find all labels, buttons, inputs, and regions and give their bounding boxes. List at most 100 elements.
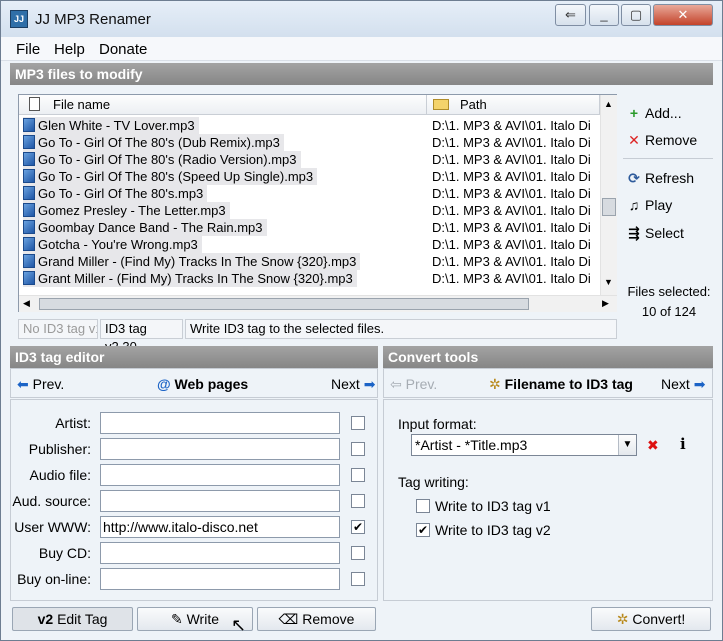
artist-input[interactable] <box>100 412 340 434</box>
field-label-audio-source: Aud. source: <box>12 493 91 509</box>
next-page-button[interactable]: Next ➡ <box>331 376 375 393</box>
write-v2-checkbox[interactable]: ✔ <box>416 523 430 537</box>
at-icon: @ <box>157 376 171 392</box>
window-title: JJ MP3 Renamer <box>35 11 151 28</box>
publisher-input[interactable] <box>100 438 340 460</box>
audio-file-input[interactable] <box>100 464 340 486</box>
table-row[interactable]: Go To - Girl Of The 80's (Radio Version)… <box>19 151 601 168</box>
arrow-right-icon: ➡ <box>693 376 706 392</box>
mp3-file-icon <box>23 152 35 166</box>
menu-donate[interactable]: Donate <box>99 41 147 58</box>
table-row[interactable]: Gomez Presley - The Letter.mp3 D:\1. MP3 … <box>19 202 601 219</box>
table-row[interactable]: Gotcha - You're Wrong.mp3 D:\1. MP3 & AVI… <box>19 236 601 253</box>
mp3-file-icon <box>23 135 35 149</box>
mp3-file-icon <box>23 118 35 132</box>
audio-source-checkbox[interactable] <box>351 494 365 508</box>
field-label-artist: Artist: <box>55 415 91 431</box>
horizontal-scroll-thumb[interactable] <box>39 298 529 310</box>
file-name: Glen White - TV Lover.mp3 <box>38 118 195 133</box>
remove-tag-button[interactable]: ⌫ Remove <box>257 607 376 631</box>
convert-tools-header: Convert tools <box>383 346 713 368</box>
buy-online-checkbox[interactable] <box>351 572 365 586</box>
edit-tag-button[interactable]: v2 Edit Tag <box>12 607 133 631</box>
pin-icon[interactable]: ⇐ <box>555 4 586 26</box>
remove-icon: ✕ <box>628 132 640 148</box>
column-header-name[interactable]: File name <box>19 95 427 115</box>
file-name: Go To - Girl Of The 80's.mp3 <box>38 186 204 201</box>
add-button[interactable]: + Add... <box>626 103 682 123</box>
table-row[interactable]: Grand Miller - (Find My) Tracks In The S… <box>19 253 601 270</box>
input-format-select[interactable]: *Artist - *Title.mp3 ▼ <box>411 434 637 456</box>
files-section-header: MP3 files to modify <box>10 63 713 85</box>
menu-file[interactable]: File <box>16 41 40 58</box>
table-row[interactable]: Go To - Girl Of The 80's (Dub Remix).mp3… <box>19 134 601 151</box>
user-www-checkbox[interactable]: ✔ <box>351 520 365 534</box>
write-v1-checkbox[interactable] <box>416 499 430 513</box>
field-label-buy-cd: Buy CD: <box>38 545 91 561</box>
id3-editor-header: ID3 tag editor <box>10 346 378 368</box>
remove-file-button[interactable]: ✕ Remove <box>626 130 697 150</box>
convert-next-button[interactable]: Next ➡ <box>661 376 705 393</box>
chevron-down-icon[interactable]: ▼ <box>618 435 636 455</box>
buy-online-input[interactable] <box>100 568 340 590</box>
select-button[interactable]: ⇶ Select <box>626 223 684 243</box>
prev-page-button[interactable]: ⬅ Prev. <box>17 376 64 393</box>
id3-editor-nav: ⬅ Prev. @ Web pages Next ➡ <box>10 368 378 398</box>
convert-prev-button[interactable]: ⇦ Prev. <box>390 376 437 393</box>
input-format-label: Input format: <box>398 416 477 432</box>
select-icon: ⇶ <box>628 225 640 241</box>
field-label-publisher: Publisher: <box>28 441 91 457</box>
maximize-button[interactable]: ▢ <box>621 4 651 26</box>
minimize-button[interactable]: _ <box>589 4 619 26</box>
file-name: Gomez Presley - The Letter.mp3 <box>38 203 226 218</box>
close-button[interactable]: ✕ <box>653 4 713 26</box>
file-name: Go To - Girl Of The 80's (Radio Version)… <box>38 152 297 167</box>
v2-badge-icon: v2 <box>37 611 54 627</box>
files-selected-label: Files selected: <box>627 284 711 299</box>
info-icon[interactable]: i <box>680 435 686 453</box>
convert-page-title: ✲ Filename to ID3 tag <box>489 376 633 392</box>
table-row[interactable]: Goombay Dance Band - The Rain.mp3 D:\1. M… <box>19 219 601 236</box>
mp3-file-icon <box>23 169 35 183</box>
file-list[interactable]: File name Path Glen White - TV Lover.mp3… <box>18 94 617 312</box>
file-name: Go To - Girl Of The 80's (Speed Up Singl… <box>38 169 314 184</box>
field-label-buy-online: Buy on-line: <box>17 571 91 587</box>
scroll-right-icon[interactable]: ▶ <box>602 298 609 309</box>
clear-format-icon[interactable]: ✖ <box>647 437 659 454</box>
vertical-scrollbar[interactable]: ▲ ▼ <box>600 95 617 295</box>
convert-button[interactable]: ✲ Convert! <box>591 607 711 631</box>
scroll-left-icon[interactable]: ◀ <box>23 298 30 309</box>
horizontal-scrollbar[interactable]: ◀ ▶ <box>19 295 617 312</box>
refresh-button[interactable]: ⟳ Refresh <box>626 168 694 188</box>
table-row[interactable]: Glen White - TV Lover.mp3 D:\1. MP3 & AVI… <box>19 117 601 134</box>
divider <box>623 158 713 159</box>
status-no-tag: No ID3 tag v1 <box>18 319 98 339</box>
file-path: D:\1. MP3 & AVI\01. Italo Di <box>432 135 591 150</box>
field-label-audio-file: Audio file: <box>29 467 91 483</box>
file-path: D:\1. MP3 & AVI\01. Italo Di <box>432 271 591 286</box>
file-name: Go To - Girl Of The 80's (Dub Remix).mp3 <box>38 135 280 150</box>
table-row[interactable]: Grant Miller - (Find My) Tracks In The S… <box>19 270 601 287</box>
table-row[interactable]: Go To - Girl Of The 80's.mp3 D:\1. MP3 & … <box>19 185 601 202</box>
plus-icon: + <box>629 105 639 121</box>
column-header-path[interactable]: Path <box>427 95 600 115</box>
buy-cd-input[interactable] <box>100 542 340 564</box>
play-button[interactable]: ♫ Play <box>626 195 672 215</box>
audio-file-checkbox[interactable] <box>351 468 365 482</box>
audio-source-input[interactable] <box>100 490 340 512</box>
table-row[interactable]: Go To - Girl Of The 80's (Speed Up Singl… <box>19 168 601 185</box>
user-www-input[interactable]: http://www.italo-disco.net <box>100 516 340 538</box>
file-path: D:\1. MP3 & AVI\01. Italo Di <box>432 169 591 184</box>
convert-nav: ⇦ Prev. ✲ Filename to ID3 tag Next ➡ <box>383 368 713 398</box>
publisher-checkbox[interactable] <box>351 442 365 456</box>
scroll-up-icon[interactable]: ▲ <box>604 99 613 109</box>
file-name: Grant Miller - (Find My) Tracks In The S… <box>38 271 353 286</box>
file-icon <box>29 97 40 111</box>
scroll-down-icon[interactable]: ▼ <box>604 277 613 287</box>
scroll-thumb[interactable] <box>602 198 616 216</box>
menu-help[interactable]: Help <box>54 41 85 58</box>
buy-cd-checkbox[interactable] <box>351 546 365 560</box>
status-tag-version: ID3 tag v2.30 <box>100 319 183 354</box>
artist-checkbox[interactable] <box>351 416 365 430</box>
page-title: @ Web pages <box>157 376 249 392</box>
